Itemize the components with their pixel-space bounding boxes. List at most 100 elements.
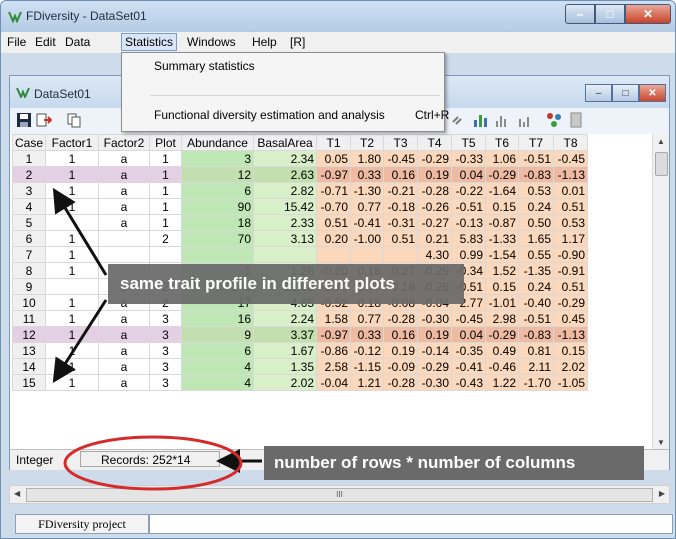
- table-row[interactable]: 1 1 a 1 3 2.34 0.05 1.80 -0.45 -0.29 -0.33 1.06 -0.5…: [11, 150, 589, 167]
- cell-case[interactable]: 14: [11, 358, 47, 375]
- cell-t6[interactable]: -1.01: [485, 294, 520, 311]
- table-row[interactable]: 11 1 a 3 16 2.24 1.58 0.77 -0.28 -0.30 -0.45 2.98 -0…: [11, 310, 589, 327]
- cell-t5[interactable]: -0.43: [451, 374, 487, 391]
- cell-t4[interactable]: -0.27: [417, 214, 453, 231]
- cell-t8[interactable]: -1.05: [553, 374, 589, 391]
- cell-t8[interactable]: -1.13: [553, 326, 589, 343]
- table-row[interactable]: 13 1 a 3 6 1.67 -0.86 -0.12 0.19 -0.14 -0.35 0.49 0.…: [11, 342, 589, 359]
- column-header-t6[interactable]: T6: [485, 134, 520, 151]
- cell-t2[interactable]: -0.41: [350, 214, 385, 231]
- cell-t3[interactable]: -0.28: [383, 374, 419, 391]
- column-header-t2[interactable]: T2: [350, 134, 385, 151]
- cell-t3[interactable]: -0.21: [383, 182, 419, 199]
- cell-t8[interactable]: -0.45: [553, 150, 589, 167]
- cell-basalarea[interactable]: 15.42: [253, 198, 318, 215]
- cell-t7[interactable]: 1.65: [518, 230, 555, 247]
- cell-abundance[interactable]: 6: [181, 182, 255, 199]
- cell-t7[interactable]: 0.50: [518, 214, 555, 231]
- menu-statistics[interactable]: Statistics: [121, 33, 178, 51]
- cell-t6[interactable]: -1.64: [485, 182, 520, 199]
- column-header-t4[interactable]: T4: [417, 134, 453, 151]
- cell-t4[interactable]: -0.14: [417, 342, 453, 359]
- cell-t8[interactable]: 0.01: [553, 182, 589, 199]
- cell-t1[interactable]: 2.58: [316, 358, 352, 375]
- cell-t8[interactable]: -1.13: [553, 166, 589, 183]
- cell-t3[interactable]: 0.16: [383, 166, 419, 183]
- cell-factor1[interactable]: 1: [45, 198, 100, 215]
- cell-plot[interactable]: 3: [149, 374, 183, 391]
- cell-t6[interactable]: 0.49: [485, 342, 520, 359]
- cell-t8[interactable]: 1.17: [553, 230, 589, 247]
- cell-basalarea[interactable]: 2.24: [253, 310, 318, 327]
- cell-abundance[interactable]: 18: [181, 214, 255, 231]
- table-row[interactable]: 14 1 a 3 4 1.35 2.58 -1.15 -0.09 -0.29 -0.41 -0.46 2…: [11, 358, 589, 375]
- cell-t4[interactable]: -0.30: [417, 374, 453, 391]
- cell-t4[interactable]: 0.19: [417, 326, 453, 343]
- maximize-button[interactable]: □: [595, 4, 625, 24]
- cell-t3[interactable]: 0.51: [383, 230, 419, 247]
- cell-plot[interactable]: 3: [149, 326, 183, 343]
- cell-factor2[interactable]: a: [98, 326, 151, 343]
- column-header-t8[interactable]: T8: [553, 134, 589, 151]
- cell-factor2[interactable]: a: [98, 166, 151, 183]
- table-row[interactable]: 12 1 a 3 9 3.37 -0.97 0.33 0.16 0.19 0.04 -0.29 -0.8…: [11, 326, 589, 343]
- cell-t6[interactable]: 1.06: [485, 150, 520, 167]
- cell-factor2[interactable]: a: [98, 182, 151, 199]
- cell-t2[interactable]: 0.33: [350, 326, 385, 343]
- save-icon[interactable]: [16, 112, 32, 128]
- cell-t7[interactable]: 0.24: [518, 198, 555, 215]
- scroll-up-icon[interactable]: ▲: [657, 137, 665, 146]
- cell-t8[interactable]: 0.15: [553, 342, 589, 359]
- cell-factor1[interactable]: 1: [45, 262, 100, 279]
- cell-factor2[interactable]: a: [98, 198, 151, 215]
- cell-case[interactable]: 6: [11, 230, 47, 247]
- bar-chart-icon[interactable]: [472, 112, 488, 128]
- cell-t5[interactable]: 0.04: [451, 166, 487, 183]
- cell-t2[interactable]: 1.80: [350, 150, 385, 167]
- cell-t7[interactable]: 0.81: [518, 342, 555, 359]
- scroll-down-icon[interactable]: ▼: [657, 438, 665, 447]
- menu-file[interactable]: File: [7, 35, 26, 49]
- cell-case[interactable]: 13: [11, 342, 47, 359]
- cell-case[interactable]: 9: [11, 278, 47, 295]
- cell-factor2[interactable]: [98, 230, 151, 247]
- column-header-t1[interactable]: T1: [316, 134, 352, 151]
- menu-item-summary-statistics[interactable]: Summary statistics: [154, 59, 255, 73]
- cell-basalarea[interactable]: 2.63: [253, 166, 318, 183]
- cell-basalarea[interactable]: 3.13: [253, 230, 318, 247]
- cell-t1[interactable]: -0.86: [316, 342, 352, 359]
- table-row[interactable]: 15 1 a 3 4 2.02 -0.04 1.21 -0.28 -0.30 -0.43 1.22 -1…: [11, 374, 589, 391]
- cell-plot[interactable]: 1: [149, 182, 183, 199]
- horizontal-scrollbar[interactable]: ◀ III ▶: [9, 485, 670, 504]
- cell-t6[interactable]: 1.22: [485, 374, 520, 391]
- cell-factor1[interactable]: [45, 278, 100, 295]
- cell-t3[interactable]: 0.16: [383, 326, 419, 343]
- menu-data[interactable]: Data: [65, 35, 90, 49]
- cell-t6[interactable]: 0.15: [485, 198, 520, 215]
- cell-t5[interactable]: -0.22: [451, 182, 487, 199]
- column-chart-icon[interactable]: [516, 112, 532, 128]
- menu-item-functional-diversity[interactable]: Functional diversity estimation and anal…: [154, 108, 385, 122]
- cell-case[interactable]: 7: [11, 246, 47, 263]
- dataset-minimize-button[interactable]: –: [585, 84, 612, 102]
- vertical-scroll-thumb[interactable]: [655, 152, 668, 176]
- cell-t6[interactable]: 2.98: [485, 310, 520, 327]
- cell-t5[interactable]: 5.83: [451, 230, 487, 247]
- cell-t5[interactable]: -0.35: [451, 342, 487, 359]
- cell-t5[interactable]: -0.45: [451, 310, 487, 327]
- cell-factor1[interactable]: [45, 214, 100, 231]
- scroll-right-icon[interactable]: ▶: [659, 489, 665, 498]
- cell-factor1[interactable]: 1: [45, 230, 100, 247]
- cell-t7[interactable]: -1.70: [518, 374, 555, 391]
- cell-case[interactable]: 10: [11, 294, 47, 311]
- cell-t7[interactable]: -0.40: [518, 294, 555, 311]
- cell-plot[interactable]: 2: [149, 230, 183, 247]
- cell-t8[interactable]: -0.90: [553, 246, 589, 263]
- histogram-icon[interactable]: [494, 112, 510, 128]
- cell-basalarea[interactable]: 2.82: [253, 182, 318, 199]
- cell-factor1[interactable]: 1: [45, 358, 100, 375]
- cell-plot[interactable]: 3: [149, 342, 183, 359]
- cell-case[interactable]: 3: [11, 182, 47, 199]
- column-header-t3[interactable]: T3: [383, 134, 419, 151]
- cell-abundance[interactable]: 90: [181, 198, 255, 215]
